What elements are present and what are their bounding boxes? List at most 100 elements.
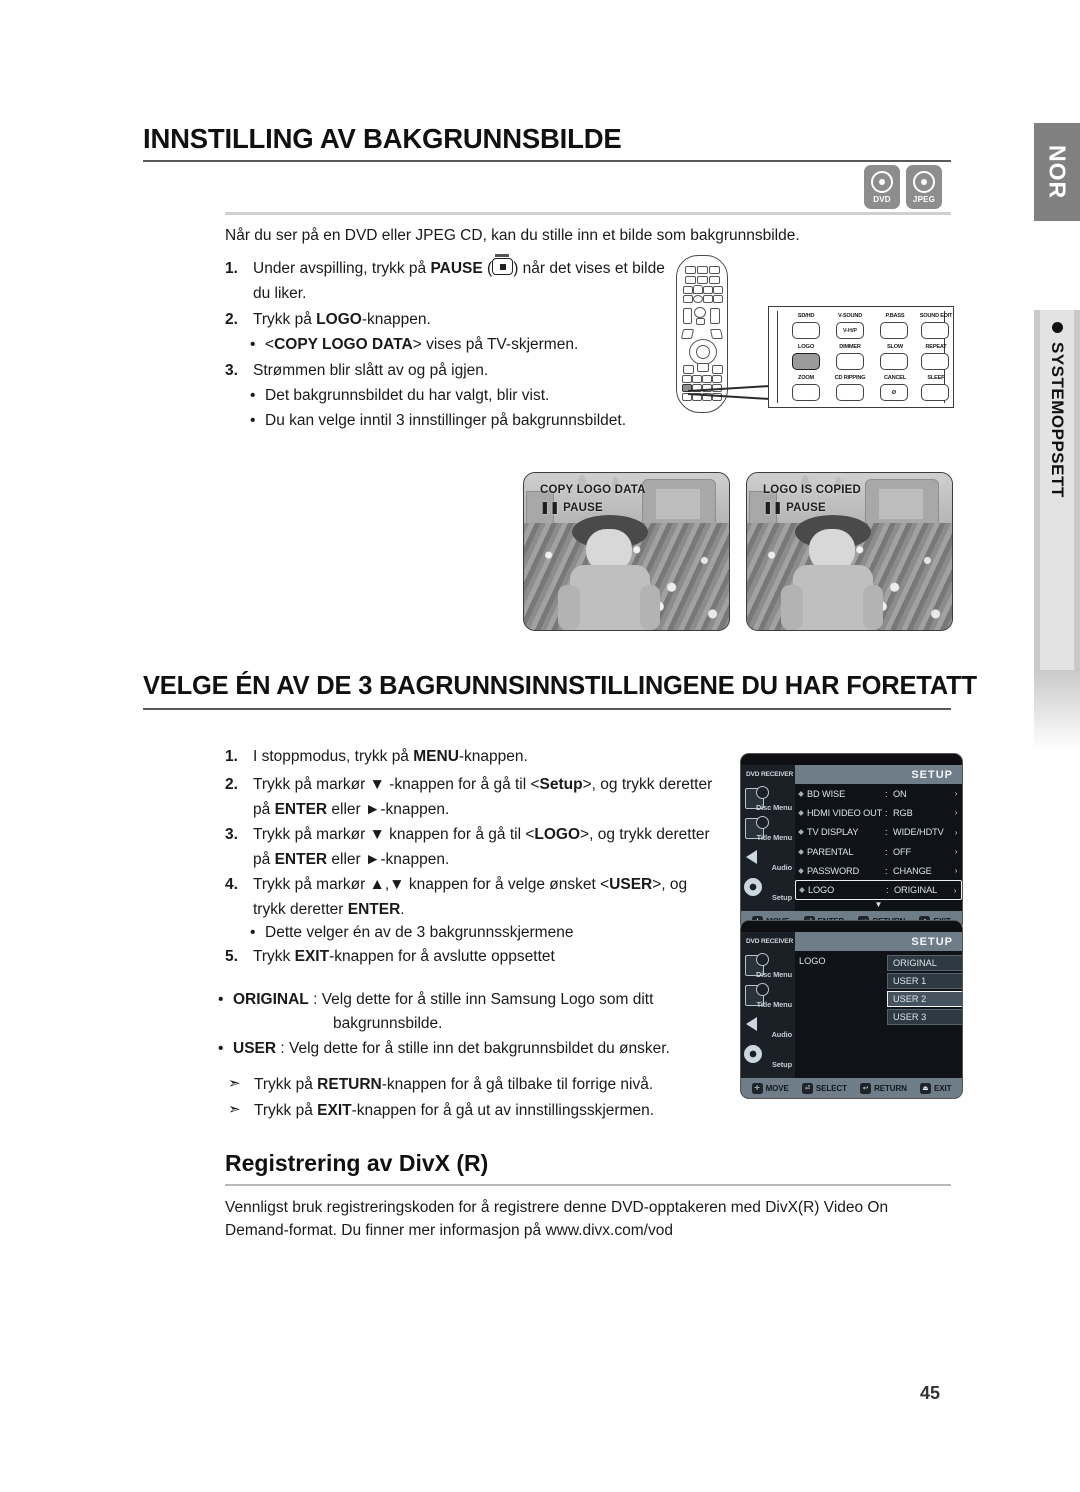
chevron-right-icon: › — [954, 789, 958, 799]
section1-step-3: 3. Strømmen blir slått av og på igjen. — [225, 358, 680, 383]
section2-note-exit: ➣ Trykk på EXIT-knappen for å gå ut av i… — [228, 1098, 748, 1123]
osd-sidebar-label: Title Menu — [756, 833, 793, 842]
osd-sidebar-item-audio[interactable]: Audio — [741, 1011, 795, 1041]
osd-sidebar-item-setup[interactable]: Setup — [741, 1041, 795, 1071]
osd-sidebar-item-disc-menu[interactable]: Disc Menu — [741, 951, 795, 981]
osd-line2: ❚❚ PAUSE — [763, 502, 826, 514]
exit-key-icon: ⏏ — [919, 1082, 931, 1094]
osd-footer-exit[interactable]: ⏏ EXIT — [919, 1082, 952, 1094]
callout-button-sleep — [921, 384, 949, 401]
osd-sidebar-label: Setup — [771, 1060, 792, 1069]
osd-row-sep: : — [885, 827, 888, 838]
note-text: Du kan velge inntil 3 innstillinger på b… — [265, 412, 627, 429]
osd-logo-option-user-3[interactable]: USER 3 — [887, 1009, 962, 1025]
pause-icon — [492, 254, 514, 275]
osd-logo-option-original[interactable]: ORIGINAL — [887, 955, 962, 971]
osd-row-name: HDMI VIDEO OUT — [807, 807, 883, 818]
osd-sidebar-item-title-menu[interactable]: Title Menu — [741, 814, 795, 844]
osd-receiver-label: DVD RECEIVER — [741, 932, 795, 951]
speaker-icon — [746, 1017, 757, 1031]
osd-row-value: ON — [893, 788, 907, 799]
row-bullet-icon — [798, 790, 804, 797]
callout-label-sleep: SLEEP — [927, 375, 945, 381]
callout-label-soundedit: SOUND EDIT — [919, 313, 953, 319]
option-label: USER 3 — [893, 1012, 927, 1022]
osd-row-sep: : — [885, 865, 888, 876]
bullet-text: ORIGINAL : Velg dette for å stille inn S… — [233, 991, 654, 1008]
step-text: Strømmen blir slått av og på igjen. — [253, 362, 489, 379]
osd-line1: COPY LOGO DATA — [540, 484, 646, 496]
osd-sidebar-item-disc-menu[interactable]: Disc Menu — [741, 784, 795, 814]
callout-button-cdripping — [836, 384, 864, 401]
tv-screen-logo-is-copied: LOGO IS COPIED ❚❚ PAUSE — [746, 472, 953, 631]
step-number: 4. — [225, 876, 238, 893]
callout-button-zoom — [792, 384, 820, 401]
step-text: I stoppmodus, trykk på MENU-knappen. — [253, 748, 528, 765]
osd-footer-label: EXIT — [933, 1083, 952, 1093]
section2-step-3: 3. Trykk på markør ▼ knappen for å gå ti… — [225, 822, 730, 872]
option-label: USER 2 — [893, 994, 927, 1004]
note-text: Trykk på EXIT-knappen for å gå ut av inn… — [254, 1102, 655, 1119]
section2-step-1: 1. I stoppmodus, trykk på MENU-knappen. — [225, 744, 725, 769]
manual-page: NOR SYSTEMOPPSETT INNSTILLING AV BAKGRUN… — [0, 0, 1080, 1492]
chevron-right-icon: › — [954, 866, 958, 876]
osd-row-sep: : — [886, 885, 889, 896]
osd-footer-move[interactable]: ✛ MOVE — [751, 1082, 789, 1094]
osd-row-value: RGB — [893, 807, 913, 818]
media-badge-dvd: DVD — [864, 165, 900, 209]
osd-sidebar-item-title-menu[interactable]: Title Menu — [741, 981, 795, 1011]
row-bullet-icon — [798, 810, 804, 816]
osd-row-name: LOGO — [808, 885, 835, 896]
osd-line1: LOGO IS COPIED — [763, 484, 862, 496]
chevron-right-icon: › — [954, 808, 958, 818]
callout-label-cdripping: CD RIPPING — [834, 375, 866, 381]
disc-icon — [913, 170, 935, 193]
osd-row-name: TV DISPLAY — [807, 827, 859, 838]
chevron-right-icon: › — [954, 847, 958, 857]
step-number: 5. — [225, 948, 238, 965]
media-badges: DVD JPEG — [864, 165, 942, 209]
osd-row-logo[interactable]: LOGO : ORIGINAL › — [795, 880, 962, 901]
osd-footer-return[interactable]: ↩ RETURN — [860, 1082, 907, 1094]
osd-row-hdmi-video-out[interactable]: HDMI VIDEO OUT : RGB › — [795, 803, 962, 822]
osd-receiver-label: DVD RECEIVER — [741, 765, 795, 784]
osd-title: SETUP — [911, 935, 953, 948]
note-text: Det bakgrunnsbildet du har valgt, blir v… — [265, 387, 550, 404]
row-bullet-icon — [798, 867, 804, 874]
arrow-icon: ➣ — [228, 1075, 241, 1092]
osd-row-value: OFF — [893, 846, 912, 857]
osd-row-password[interactable]: PASSWORD : CHANGE › — [795, 861, 962, 880]
bullet-text: USER : Velg dette for å stille inn det b… — [233, 1040, 670, 1057]
section2-step-5: 5. Trykk EXIT-knappen for å avslutte opp… — [225, 944, 705, 969]
step-text: Trykk på markør ▲,▼ knappen for å velge … — [253, 876, 688, 918]
osd-sidebar-item-setup[interactable]: Setup — [741, 874, 795, 904]
language-tab-label: NOR — [1044, 144, 1071, 200]
osd-sidebar-label: Audio — [771, 1030, 793, 1039]
osd-row-bd-wise[interactable]: BD WISE : ON › — [795, 784, 962, 803]
osd-footer-select[interactable]: ⏎ SELECT — [801, 1082, 847, 1094]
section1-step-2: 2. Trykk på LOGO-knappen. — [225, 307, 680, 332]
callout-inner-label-vhp: V-H/P — [842, 327, 858, 334]
arrow-icon: ➣ — [228, 1101, 241, 1118]
section2-step-4: 4. Trykk på markør ▲,▼ knappen for å vel… — [225, 872, 705, 922]
callout-button-soundedit — [921, 322, 949, 339]
osd-row-name: BD WISE — [807, 788, 846, 799]
bullet-icon: • — [250, 924, 256, 941]
section2-bullet-user: • USER : Velg dette for å stille inn det… — [218, 1036, 718, 1061]
callout-inner-label-cancel: Ø — [891, 389, 897, 396]
osd-logo-option-user-2[interactable]: USER 2 — [887, 991, 962, 1007]
step-number: 3. — [225, 826, 238, 843]
osd-sidebar: Disc Menu Title Menu Audio Setup — [741, 784, 795, 912]
osd-row-parental[interactable]: PARENTAL : OFF › — [795, 842, 962, 861]
osd-sidebar-item-audio[interactable]: Audio — [741, 844, 795, 874]
osd-row-tv-display[interactable]: TV DISPLAY : WIDE/HDTV › — [795, 823, 962, 842]
chevron-right-icon: › — [953, 885, 957, 895]
step-number: 1. — [225, 260, 238, 277]
osd-logo-options: ORIGINAL USER 1 USER 2 USER 3 — [887, 955, 962, 1027]
section2-step-4-note: • Dette velger én av de 3 bakgrunnsskjer… — [250, 920, 710, 945]
media-badge-jpeg: JPEG — [906, 165, 942, 209]
osd-line2: ❚❚ PAUSE — [540, 502, 603, 514]
osd-row-sep: : — [885, 807, 888, 818]
bullet-icon — [1051, 322, 1063, 333]
osd-logo-option-user-1[interactable]: USER 1 — [887, 973, 962, 989]
